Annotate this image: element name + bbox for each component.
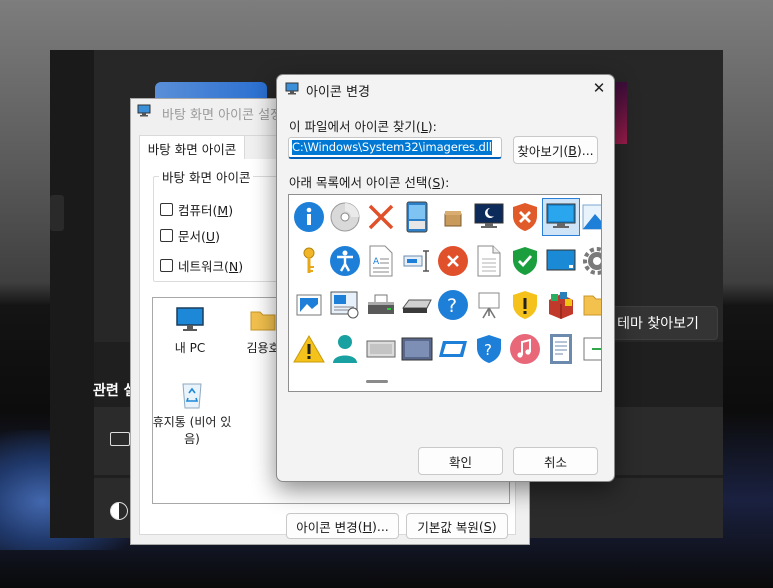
group-label: 바탕 화면 아이콘 <box>159 167 254 186</box>
projector-icon[interactable] <box>471 287 507 323</box>
cd-drive-icon[interactable] <box>327 199 363 235</box>
icon-grid[interactable]: A ? ? <box>288 194 602 392</box>
music-icon[interactable] <box>507 331 543 367</box>
recycle-bin-icon <box>182 383 202 409</box>
display-icon[interactable] <box>543 243 579 279</box>
info-icon[interactable] <box>291 199 327 235</box>
key-icon[interactable] <box>291 243 327 279</box>
select-icon-label: 아래 목록에서 아이콘 선택(S): <box>289 175 450 190</box>
checkbox-box[interactable] <box>160 229 173 242</box>
shield-x-icon[interactable] <box>507 199 543 235</box>
export-icon[interactable] <box>579 331 601 367</box>
pc-monitor-icon <box>176 307 204 331</box>
document-icon[interactable] <box>471 243 507 279</box>
warning-icon[interactable] <box>291 331 327 367</box>
help-icon[interactable]: ? <box>435 287 471 323</box>
list-item[interactable]: 휴지통 (비어 있음) <box>152 380 232 447</box>
settings-nav-pane <box>50 50 94 538</box>
browse-button[interactable]: 찾아보기(B)... <box>513 136 598 164</box>
error-x-icon[interactable] <box>363 199 399 235</box>
checkbox-network[interactable]: 네트워크(N) <box>160 256 243 275</box>
panel-icon[interactable] <box>363 331 399 367</box>
shield-check-icon[interactable] <box>507 243 543 279</box>
scanner-icon[interactable] <box>363 287 399 323</box>
checkbox-label: 문서(U) <box>178 229 220 244</box>
grid-scrollbar[interactable] <box>366 380 388 383</box>
list-item-label: 내 PC <box>174 341 206 355</box>
button-label: 기본값 복원 <box>417 519 479 535</box>
file-path-input[interactable]: C:\Windows\System32\imageres.dll <box>288 137 502 159</box>
find-in-file-label: 이 파일에서 아이콘 찾기(L): <box>289 119 437 134</box>
monitor-frame-icon[interactable] <box>399 331 435 367</box>
list-item-label: 김용호 <box>246 341 280 355</box>
dialog-title: 바탕 화면 아이콘 설정 <box>162 108 283 123</box>
document-text-icon[interactable]: A <box>363 243 399 279</box>
tablet-icon[interactable] <box>399 199 435 235</box>
package-icon[interactable] <box>435 199 471 235</box>
button-label: 찾아보기 <box>517 143 564 159</box>
user-folder-icon <box>250 311 276 331</box>
checkbox-computer[interactable]: 컴퓨터(M) <box>160 200 233 219</box>
screensaver-monitor-icon[interactable] <box>471 199 507 235</box>
monitor-icon[interactable] <box>542 198 580 236</box>
svg-text:A: A <box>373 257 380 267</box>
desktop-settings-icon <box>285 82 299 95</box>
folder-icon[interactable] <box>579 287 601 323</box>
scanner-flatbed-icon[interactable] <box>399 287 435 323</box>
cancel-button[interactable]: 취소 <box>513 447 598 475</box>
checkbox-documents[interactable]: 문서(U) <box>160 226 220 245</box>
dialog-title: 아이콘 변경 <box>306 85 370 100</box>
file-path-value: C:\Windows\System32\imageres.dll <box>292 140 492 155</box>
gear-icon[interactable] <box>579 243 601 279</box>
shield-warning-icon[interactable] <box>507 287 543 323</box>
contrast-icon <box>110 502 128 520</box>
photo-viewer-icon[interactable] <box>327 287 363 323</box>
list-item-label: 휴지통 (비어 있음) <box>152 415 232 446</box>
window-icon[interactable] <box>435 331 471 367</box>
document-lines-icon[interactable] <box>543 331 579 367</box>
network-adapter-icon[interactable] <box>399 243 435 279</box>
programs-box-icon[interactable] <box>543 287 579 323</box>
browse-themes-button[interactable]: 테마 찾아보기 <box>598 306 718 340</box>
picture-icon[interactable] <box>291 287 327 323</box>
checkbox-label: 컴퓨터(M) <box>178 203 234 218</box>
checkbox-label: 네트워크(N) <box>178 259 244 274</box>
error-circle-icon[interactable] <box>435 243 471 279</box>
checkbox-box[interactable] <box>160 203 173 216</box>
change-icon-button[interactable]: 아이콘 변경(H)... <box>286 513 399 539</box>
svg-text:?: ? <box>484 341 492 359</box>
list-item[interactable]: 내 PC <box>160 306 220 356</box>
keyboard-icon <box>110 432 130 446</box>
button-label: 아이콘 변경 <box>296 519 358 535</box>
tab-desktop-icons[interactable]: 바탕 화면 아이콘 <box>139 135 245 160</box>
close-icon[interactable]: ✕ <box>591 80 607 96</box>
shield-help-icon[interactable]: ? <box>471 331 507 367</box>
restore-default-button[interactable]: 기본값 복원(S) <box>406 513 508 539</box>
ok-button[interactable]: 확인 <box>418 447 503 475</box>
desktop-settings-icon <box>137 104 151 117</box>
image-landscape-icon[interactable] <box>579 199 601 235</box>
svg-text:?: ? <box>447 295 457 317</box>
accessibility-icon[interactable] <box>327 243 363 279</box>
settings-nav-item[interactable] <box>50 195 64 231</box>
user-icon[interactable] <box>327 331 363 367</box>
checkbox-box[interactable] <box>160 259 173 272</box>
